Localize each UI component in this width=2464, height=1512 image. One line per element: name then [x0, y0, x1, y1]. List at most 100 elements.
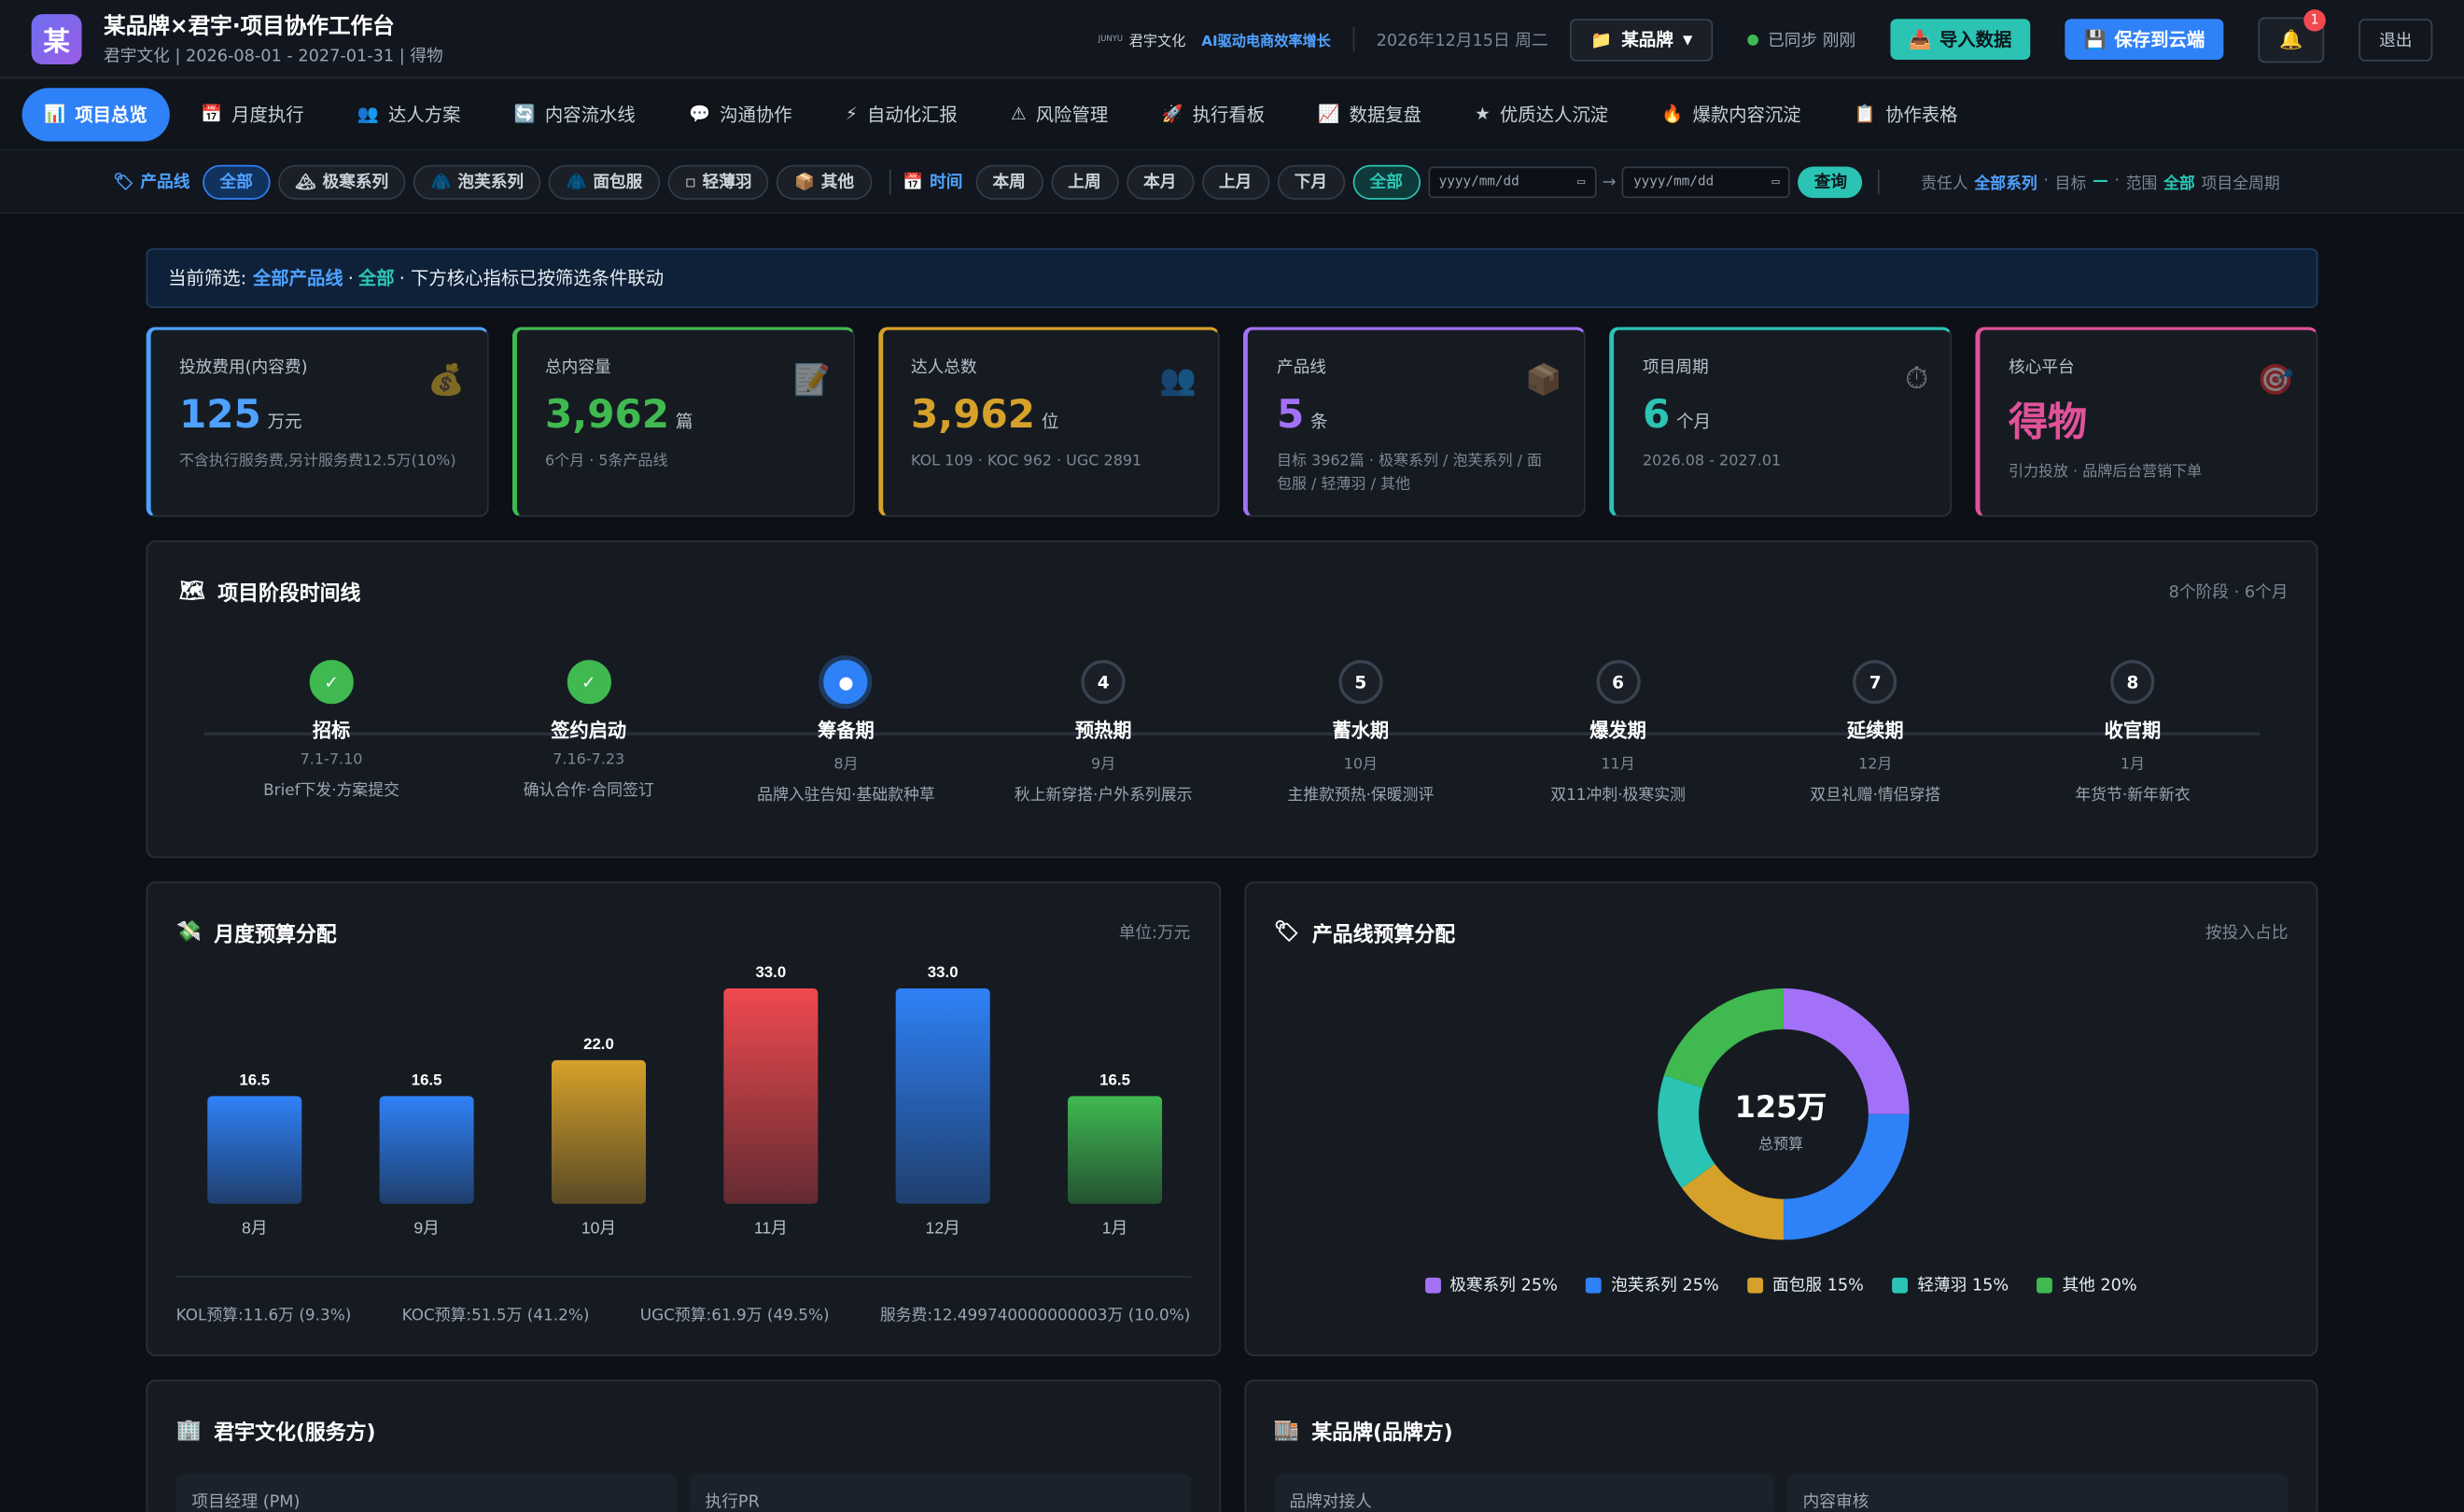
- chip-label: 极寒系列: [322, 173, 389, 192]
- logout-button[interactable]: 退出: [2359, 18, 2433, 61]
- time-chip-2[interactable]: 本月: [1126, 163, 1194, 199]
- main-content: 当前筛选: 全部产品线 · 全部 · 下方核心指标已按筛选条件联动 投放费用(内…: [146, 248, 2318, 1512]
- nav-icon: ⚠: [1011, 104, 1027, 125]
- product-chip-4[interactable]: ▫ 轻薄羽: [667, 163, 770, 199]
- target-value[interactable]: —: [2093, 173, 2108, 190]
- brand-select[interactable]: 📁 某品牌 ▼: [1570, 18, 1714, 61]
- time-chip-4[interactable]: 下月: [1277, 163, 1345, 199]
- save-cloud-label: 保存到云端: [2114, 28, 2205, 50]
- kpi-card: 总内容量 3,962 篇 6个月 · 5条产品线 📝: [511, 327, 855, 517]
- legend-item: 极寒系列 25%: [1424, 1273, 1558, 1296]
- donut-slice-面包服: [1681, 1163, 1784, 1240]
- notifications-button[interactable]: 🔔 1: [2258, 8, 2326, 63]
- nav-item-1[interactable]: 📅 月度执行: [178, 91, 326, 138]
- product-chip-2[interactable]: 🧥 泡芙系列: [413, 163, 541, 199]
- save-cloud-button[interactable]: 💾 保存到云端: [2065, 19, 2224, 60]
- nav-item-3[interactable]: 🔄 内容流水线: [492, 91, 657, 138]
- kpi-subtext: 2026.08 - 2027.01: [1642, 452, 1782, 470]
- stage-desc: 秋上新穿搭·户外系列展示: [1014, 787, 1193, 805]
- nav-item-11[interactable]: 📋 协作表格: [1832, 91, 1980, 138]
- kpi-value: 3,962: [544, 391, 670, 438]
- import-data-button[interactable]: 📥 导入数据: [1890, 19, 2031, 60]
- owner-value[interactable]: 全部系列: [1974, 170, 2037, 194]
- timeline-stage[interactable]: ✓ 招标 7.1-7.10 Brief下发·方案提交: [203, 660, 460, 805]
- stage-name: 筹备期: [818, 720, 875, 742]
- app-logo: 某: [31, 13, 82, 64]
- stage-date: 7.1-7.10: [300, 750, 363, 769]
- kpi-icon: 👥: [1159, 362, 1197, 398]
- timeline-stages: ✓ 招标 7.1-7.10 Brief下发·方案提交 ✓ 签约启动 7.16-7.23 确认合…: [203, 660, 2261, 805]
- nav-item-2[interactable]: 👥 达人方案: [335, 91, 483, 138]
- product-filter-label: 🏷 产品线: [113, 170, 189, 193]
- product-chip-5[interactable]: 📦 其他: [777, 163, 872, 199]
- scope-value[interactable]: 全部: [2163, 170, 2195, 194]
- nav-item-6[interactable]: ⚠ 风险管理: [988, 91, 1129, 138]
- kpi-value-row: 3,962 篇: [545, 391, 824, 437]
- party-field[interactable]: 执行PR: [689, 1474, 1191, 1512]
- query-button[interactable]: 查询: [1798, 165, 1863, 198]
- donut-center: 125万 总预算: [1245, 1085, 2316, 1153]
- kpi-card: 投放费用(内容费) 125 万元 不含执行服务费,另计服务费12.5万(10%) 💰: [146, 327, 489, 517]
- time-chip-0[interactable]: 本周: [974, 163, 1043, 199]
- timeline-stage[interactable]: 7 延续期 12月 双旦礼赠·情侣穿搭: [1746, 660, 2004, 805]
- product-chip-group: 全部 🏔 极寒系列 🧥 泡芙系列 🧥 面包服 ▫ 轻薄羽 📦 其他: [202, 163, 879, 199]
- product-chip-3[interactable]: 🧥 面包服: [549, 163, 660, 199]
- nav-item-9[interactable]: ★ 优质达人沉淀: [1453, 91, 1631, 138]
- kpi-label: 核心平台: [2008, 357, 2075, 378]
- time-chip-5[interactable]: 全部: [1352, 163, 1421, 199]
- timeline-title-text: 项目阶段时间线: [217, 582, 361, 607]
- time-chip-1[interactable]: 上周: [1050, 163, 1119, 199]
- timeline-stage[interactable]: 5 蓄水期 10月 主推款预热·保暖测评: [1232, 660, 1490, 805]
- nav-item-label: 月度执行: [231, 103, 304, 125]
- stage-marker: 4: [1081, 660, 1126, 705]
- nav-icon: 🔄: [513, 104, 536, 125]
- nav-item-5[interactable]: ⚡ 自动化汇报: [823, 91, 979, 138]
- kpi-icon: 📝: [793, 362, 832, 398]
- party-field[interactable]: 品牌对接人: [1273, 1474, 1775, 1512]
- timeline-stage[interactable]: 4 预热期 9月 秋上新穿搭·户外系列展示: [974, 660, 1232, 805]
- nav-item-4[interactable]: 💬 沟通协作: [666, 91, 814, 138]
- product-chip-1[interactable]: 🏔 极寒系列: [277, 163, 406, 199]
- kpi-subtext: KOL 109 · KOC 962 · UGC 2891: [910, 452, 1142, 470]
- legend-item: 面包服 15%: [1747, 1273, 1864, 1296]
- bar-value-label: 16.5: [239, 1071, 270, 1089]
- stage-date: 7.16-7.23: [553, 750, 625, 769]
- timeline-stage[interactable]: 8 收官期 1月 年货节·新年新衣: [2004, 660, 2261, 805]
- nav-icon: 🚀: [1161, 104, 1183, 125]
- start-date-input[interactable]: yyyy/mm/dd ▭: [1427, 165, 1596, 198]
- nav-item-label: 风险管理: [1035, 103, 1109, 125]
- party-title: 🏢 君宇文化(服务方): [176, 1416, 1191, 1446]
- bar-11月: [723, 988, 819, 1204]
- nav-item-0[interactable]: 📊 项目总览: [21, 87, 170, 141]
- kpi-icon: 💰: [427, 362, 466, 398]
- timeline-stage[interactable]: 6 爆发期 11月 双11冲刺·极寒实测: [1490, 660, 1747, 805]
- bar-12月: [895, 988, 990, 1204]
- monthly-budget-panel: 💸 月度预算分配 单位:万元 16.5 8月 16.5 9月 22.0 10月 33.0 11…: [146, 881, 1221, 1357]
- legend-label: 面包服 15%: [1772, 1276, 1864, 1295]
- nav-item-7[interactable]: 🚀 执行看板: [1140, 91, 1287, 138]
- filter-bar: 🏷 产品线 全部 🏔 极寒系列 🧥 泡芙系列 🧥 面包服 ▫ 轻薄羽 📦 其他 📅 时间 本周 上周本…: [0, 150, 2464, 214]
- bar-category-label: 12月: [926, 1219, 960, 1238]
- divider: [889, 168, 890, 194]
- date-range-arrow: →: [1602, 172, 1617, 191]
- time-filter-label-text: 时间: [930, 173, 963, 192]
- nav-item-10[interactable]: 🔥 爆款内容沉淀: [1640, 91, 1823, 138]
- time-chip-3[interactable]: 上月: [1201, 163, 1269, 199]
- app-root: 某 某品牌×君宇·项目协作工作台 君宇文化 | 2026-08-01 - 202…: [0, 0, 2464, 1512]
- party-field[interactable]: 内容审核: [1786, 1474, 2289, 1512]
- nav-item-8[interactable]: 📈 数据复盘: [1296, 91, 1444, 138]
- chip-icon: ▫: [684, 172, 696, 191]
- timeline-stage[interactable]: ● 筹备期 8月 品牌入驻告知·基础款种草: [718, 660, 975, 805]
- end-date-input[interactable]: yyyy/mm/dd ▭: [1622, 165, 1791, 198]
- kpi-subtext: 6个月 · 5条产品线: [544, 452, 668, 470]
- stage-desc: 年货节·新年新衣: [2075, 787, 2191, 805]
- product-chip-0[interactable]: 全部: [202, 163, 271, 199]
- start-date-placeholder: yyyy/mm/dd: [1438, 174, 1519, 189]
- timeline-stage[interactable]: ✓ 签约启动 7.16-7.23 确认合作·合同签订: [460, 660, 718, 805]
- party-field[interactable]: 项目经理 (PM): [175, 1474, 678, 1512]
- bar-value-label: 22.0: [583, 1035, 614, 1053]
- map-icon: 🗺: [178, 580, 205, 604]
- calendar-icon: 📅: [903, 173, 924, 192]
- top-bar: 某 某品牌×君宇·项目协作工作台 君宇文化 | 2026-08-01 - 202…: [0, 0, 2464, 79]
- legend-label: 泡芙系列 25%: [1611, 1276, 1719, 1295]
